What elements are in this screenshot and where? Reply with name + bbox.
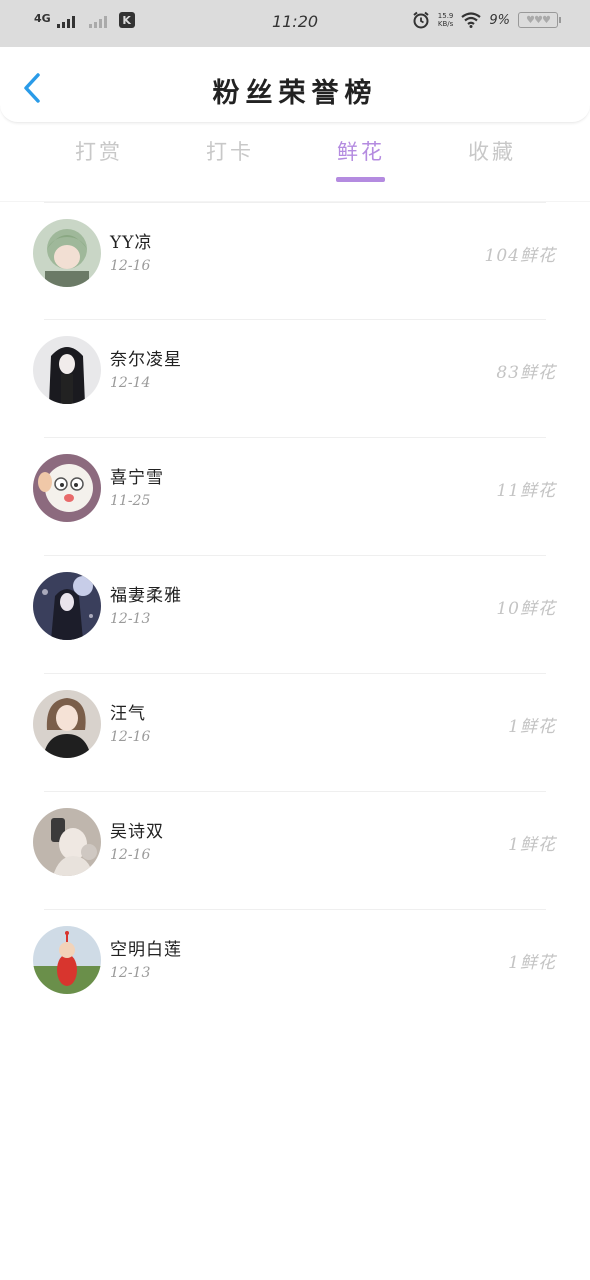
tab-flowers[interactable]: 鲜花 bbox=[311, 136, 411, 166]
fan-date: 12-13 bbox=[110, 611, 151, 627]
fan-date: 11-25 bbox=[110, 493, 151, 509]
battery-icon: ♥♥♥ bbox=[518, 12, 561, 28]
avatar bbox=[33, 219, 101, 287]
avatar bbox=[33, 572, 101, 640]
network-speed: 15.9 KB/s bbox=[437, 12, 454, 28]
flower-count: 10鲜花 bbox=[496, 599, 556, 619]
list-item[interactable]: YY凉 12-16 104鲜花 bbox=[0, 201, 590, 319]
fan-date: 12-16 bbox=[110, 258, 151, 274]
fan-name: YY凉 bbox=[110, 233, 153, 253]
list-item[interactable]: 空明白莲 12-13 1鲜花 bbox=[0, 909, 590, 1027]
avatar bbox=[33, 690, 101, 758]
flower-count: 104鲜花 bbox=[484, 246, 556, 266]
flower-count: 83鲜花 bbox=[496, 363, 556, 383]
status-icons: 15.9 KB/s 9% ♥♥♥ bbox=[412, 11, 561, 29]
flower-count: 1鲜花 bbox=[508, 717, 556, 737]
fan-name: 奈尔凌星 bbox=[110, 350, 182, 370]
fan-name: 吴诗双 bbox=[110, 822, 164, 842]
list-item[interactable]: 奈尔凌星 12-14 83鲜花 bbox=[0, 319, 590, 437]
tab-bar: 打赏 打卡 鲜花 收藏 bbox=[0, 136, 590, 186]
active-tab-indicator bbox=[336, 177, 385, 182]
battery-percent: 9% bbox=[489, 12, 510, 28]
fan-date: 12-13 bbox=[110, 965, 151, 981]
fan-name: 福妻柔雅 bbox=[110, 586, 182, 606]
fan-name: 汪气 bbox=[110, 704, 146, 724]
flower-count: 11鲜花 bbox=[496, 481, 556, 501]
divider bbox=[44, 791, 546, 792]
divider bbox=[44, 555, 546, 556]
fan-list: YY凉 12-16 104鲜花 奈尔凌星 12-14 83鲜花 喜宁雪 11-2… bbox=[0, 201, 590, 1027]
avatar bbox=[33, 808, 101, 876]
avatar bbox=[33, 336, 101, 404]
tab-checkin[interactable]: 打卡 bbox=[180, 136, 280, 166]
divider bbox=[44, 673, 546, 674]
fan-name: 空明白莲 bbox=[110, 940, 182, 960]
list-item[interactable]: 汪气 12-16 1鲜花 bbox=[0, 673, 590, 791]
avatar bbox=[33, 454, 101, 522]
page-header: 粉丝荣誉榜 bbox=[0, 47, 590, 123]
tab-favorites[interactable]: 收藏 bbox=[442, 136, 542, 166]
alarm-icon bbox=[413, 11, 429, 29]
list-item[interactable]: 吴诗双 12-16 1鲜花 bbox=[0, 791, 590, 909]
fan-date: 12-16 bbox=[110, 847, 151, 863]
page-title: 粉丝荣誉榜 bbox=[212, 78, 378, 109]
divider bbox=[44, 909, 546, 910]
tab-tip[interactable]: 打赏 bbox=[49, 136, 149, 166]
flower-count: 1鲜花 bbox=[508, 953, 556, 973]
avatar bbox=[33, 926, 101, 994]
flower-count: 1鲜花 bbox=[508, 835, 556, 855]
list-item[interactable]: 福妻柔雅 12-13 10鲜花 bbox=[0, 555, 590, 673]
status-bar: 4G K 11:20 15.9 KB/s 9% ♥♥♥ bbox=[0, 0, 590, 47]
divider bbox=[44, 202, 546, 203]
divider bbox=[44, 319, 546, 320]
fan-name: 喜宁雪 bbox=[110, 468, 164, 488]
list-item[interactable]: 喜宁雪 11-25 11鲜花 bbox=[0, 437, 590, 555]
divider bbox=[44, 437, 546, 438]
wifi-icon bbox=[461, 12, 482, 28]
fan-date: 12-16 bbox=[110, 729, 151, 745]
fan-date: 12-14 bbox=[110, 375, 151, 391]
